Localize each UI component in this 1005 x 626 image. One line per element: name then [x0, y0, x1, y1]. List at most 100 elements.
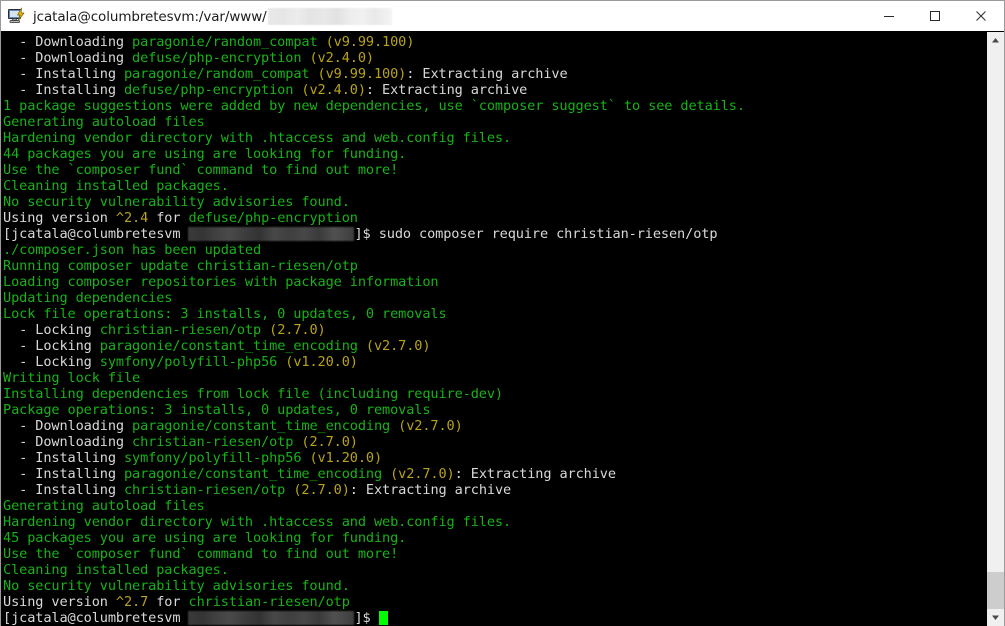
terminal-segment: Lock file operations: 3 installs, 0 upda… [3, 306, 447, 322]
terminal-scrollbar[interactable] [986, 32, 1004, 626]
terminal-segment: defuse/php-encryption [123, 82, 294, 98]
terminal-segment: - Installing [3, 466, 124, 482]
terminal-segment: Using version [3, 594, 116, 610]
scrollbar-thumb[interactable] [987, 572, 1004, 609]
terminal-segment: - Locking [3, 338, 100, 354]
terminal-segment: Hardening vendor directory with .htacces… [3, 130, 512, 146]
terminal-line: 45 packages you are using are looking fo… [3, 530, 406, 546]
terminal-line: - Installing symfony/polyfill-php56 (v1.… [3, 450, 382, 466]
terminal-segment: paragonie/constant_time_encoding [132, 418, 391, 434]
terminal-segment: Package operations: 3 installs, 0 update… [3, 402, 431, 418]
terminal-segment: - Downloading [3, 418, 133, 434]
terminal-line: 44 packages you are using are looking fo… [3, 146, 406, 162]
terminal-prompt-line: [jcatala@columbretesvm ]$ [3, 610, 388, 626]
terminal-segment: christian-riesen/otp [123, 482, 286, 498]
window-title-text: jcatala@columbretesvm:/var/www/ [33, 8, 267, 25]
terminal-segment: - Downloading [3, 434, 133, 450]
terminal-line: Loading composer repositories with packa… [3, 274, 439, 290]
terminal-segment: ^2.7 [115, 594, 149, 610]
scroll-up-arrow[interactable] [987, 32, 1004, 49]
maximize-button[interactable] [912, 1, 958, 31]
terminal-segment: (v9.99.100) [317, 66, 407, 82]
terminal-line: Use the `composer fund` command to find … [3, 162, 398, 178]
terminal-segment: 44 packages you are using are looking fo… [3, 146, 407, 162]
terminal-segment: Loading composer repositories with packa… [3, 274, 439, 290]
terminal-line: ./composer.json has been updated [3, 242, 261, 258]
terminal-segment [390, 418, 398, 434]
terminal-segment: : Extracting archive [406, 66, 568, 82]
prompt-symbol: ]$ [354, 226, 379, 242]
terminal-segment: christian-riesen/otp [188, 594, 350, 610]
terminal-line: Package operations: 3 installs, 0 update… [3, 402, 431, 418]
terminal-segment: Cleaning installed packages. [3, 562, 229, 578]
close-button[interactable] [958, 1, 1004, 31]
terminal-output[interactable]: - Downloading paragonie/random_compat (v… [1, 32, 986, 626]
terminal-segment: ./composer.json has been updated [3, 242, 262, 258]
terminal-segment: - Installing [3, 66, 124, 82]
terminal-segment: paragonie/random_compat [123, 66, 310, 82]
prompt-symbol: ]$ [354, 610, 379, 626]
window-controls [866, 1, 1004, 31]
terminal-segment: (v1.20.0) [309, 450, 383, 466]
terminal-line: - Downloading paragonie/constant_time_en… [3, 418, 463, 434]
terminal-line: Using version ^2.4 for defuse/php-encryp… [3, 210, 358, 226]
terminal-segment [261, 322, 269, 338]
terminal-segment: for [148, 594, 189, 610]
terminal-segment: (v2.7.0) [398, 418, 463, 434]
terminal-line: Installing dependencies from lock file (… [3, 386, 503, 402]
terminal-segment: Using version [3, 210, 116, 226]
terminal-segment [309, 66, 317, 82]
terminal-line: Use the `composer fund` command to find … [3, 546, 398, 562]
terminal-line: Running composer update christian-riesen… [3, 258, 358, 274]
window-title: jcatala@columbretesvm:/var/www/ [33, 7, 392, 25]
minimize-button[interactable] [866, 1, 912, 31]
terminal-line: 1 package suggestions were added by new … [3, 98, 745, 114]
terminal-area: - Downloading paragonie/random_compat (v… [1, 31, 1004, 626]
terminal-line: - Locking symfony/polyfill-php56 (v1.20.… [3, 354, 358, 370]
terminal-line: Generating autoload files [3, 114, 205, 130]
terminal-line: - Downloading defuse/php-encryption (v2.… [3, 50, 374, 66]
terminal-segment: Writing lock file [3, 370, 141, 386]
terminal-segment: Use the `composer fund` command to find … [3, 162, 399, 178]
terminal-line: - Installing paragonie/constant_time_enc… [3, 466, 616, 482]
title-bar[interactable]: jcatala@columbretesvm:/var/www/ [1, 1, 1004, 31]
terminal-segment: (v2.7.0) [365, 338, 431, 354]
terminal-segment: (2.7.0) [293, 482, 350, 498]
terminal-segment: No security vulnerability advisories fou… [3, 578, 350, 594]
terminal-segment: defuse/php-encryption [132, 50, 302, 66]
terminal-segment: (v1.20.0) [285, 354, 358, 370]
terminal-line: - Downloading christian-riesen/otp (2.7.… [3, 434, 358, 450]
terminal-segment: - Locking [3, 322, 100, 338]
terminal-segment: Hardening vendor directory with .htacces… [3, 514, 512, 530]
terminal-cursor [378, 611, 388, 625]
terminal-segment: Generating autoload files [3, 498, 205, 514]
terminal-line: Generating autoload files [3, 498, 205, 514]
terminal-segment: paragonie/random_compat [132, 34, 318, 50]
terminal-line: No security vulnerability advisories fou… [3, 578, 350, 594]
terminal-segment: - Installing [3, 82, 124, 98]
prompt-path-redaction [188, 611, 355, 625]
terminal-segment: paragonie/constant_time_encoding [123, 466, 383, 482]
putty-window: jcatala@columbretesvm:/var/www/ - Downlo… [0, 0, 1005, 626]
terminal-line: - Installing christian-riesen/otp (2.7.0… [3, 482, 511, 498]
terminal-line: Using version ^2.7 for christian-riesen/… [3, 594, 350, 610]
terminal-segment [318, 34, 326, 50]
terminal-line: Hardening vendor directory with .htacces… [3, 130, 511, 146]
terminal-segment: Updating dependencies [3, 290, 173, 306]
scrollbar-track[interactable] [987, 49, 1004, 609]
terminal-segment: - Installing [3, 450, 124, 466]
scroll-down-arrow[interactable] [987, 609, 1004, 626]
terminal-segment: christian-riesen/otp [99, 322, 262, 338]
terminal-segment: christian-riesen/otp [132, 434, 294, 450]
terminal-segment: : Extracting archive [365, 82, 528, 98]
terminal-segment: 45 packages you are using are looking fo… [3, 530, 407, 546]
terminal-segment [358, 338, 366, 354]
terminal-segment: - Locking [3, 354, 100, 370]
terminal-segment: 1 package suggestions were added by new … [3, 98, 745, 114]
terminal-segment: (v9.99.100) [325, 34, 415, 50]
terminal-segment: (v2.7.0) [390, 466, 455, 482]
terminal-line: No security vulnerability advisories fou… [3, 194, 350, 210]
terminal-segment: ^2.4 [115, 210, 149, 226]
terminal-segment: - Downloading [3, 50, 133, 66]
terminal-segment: (v2.4.0) [301, 82, 366, 98]
